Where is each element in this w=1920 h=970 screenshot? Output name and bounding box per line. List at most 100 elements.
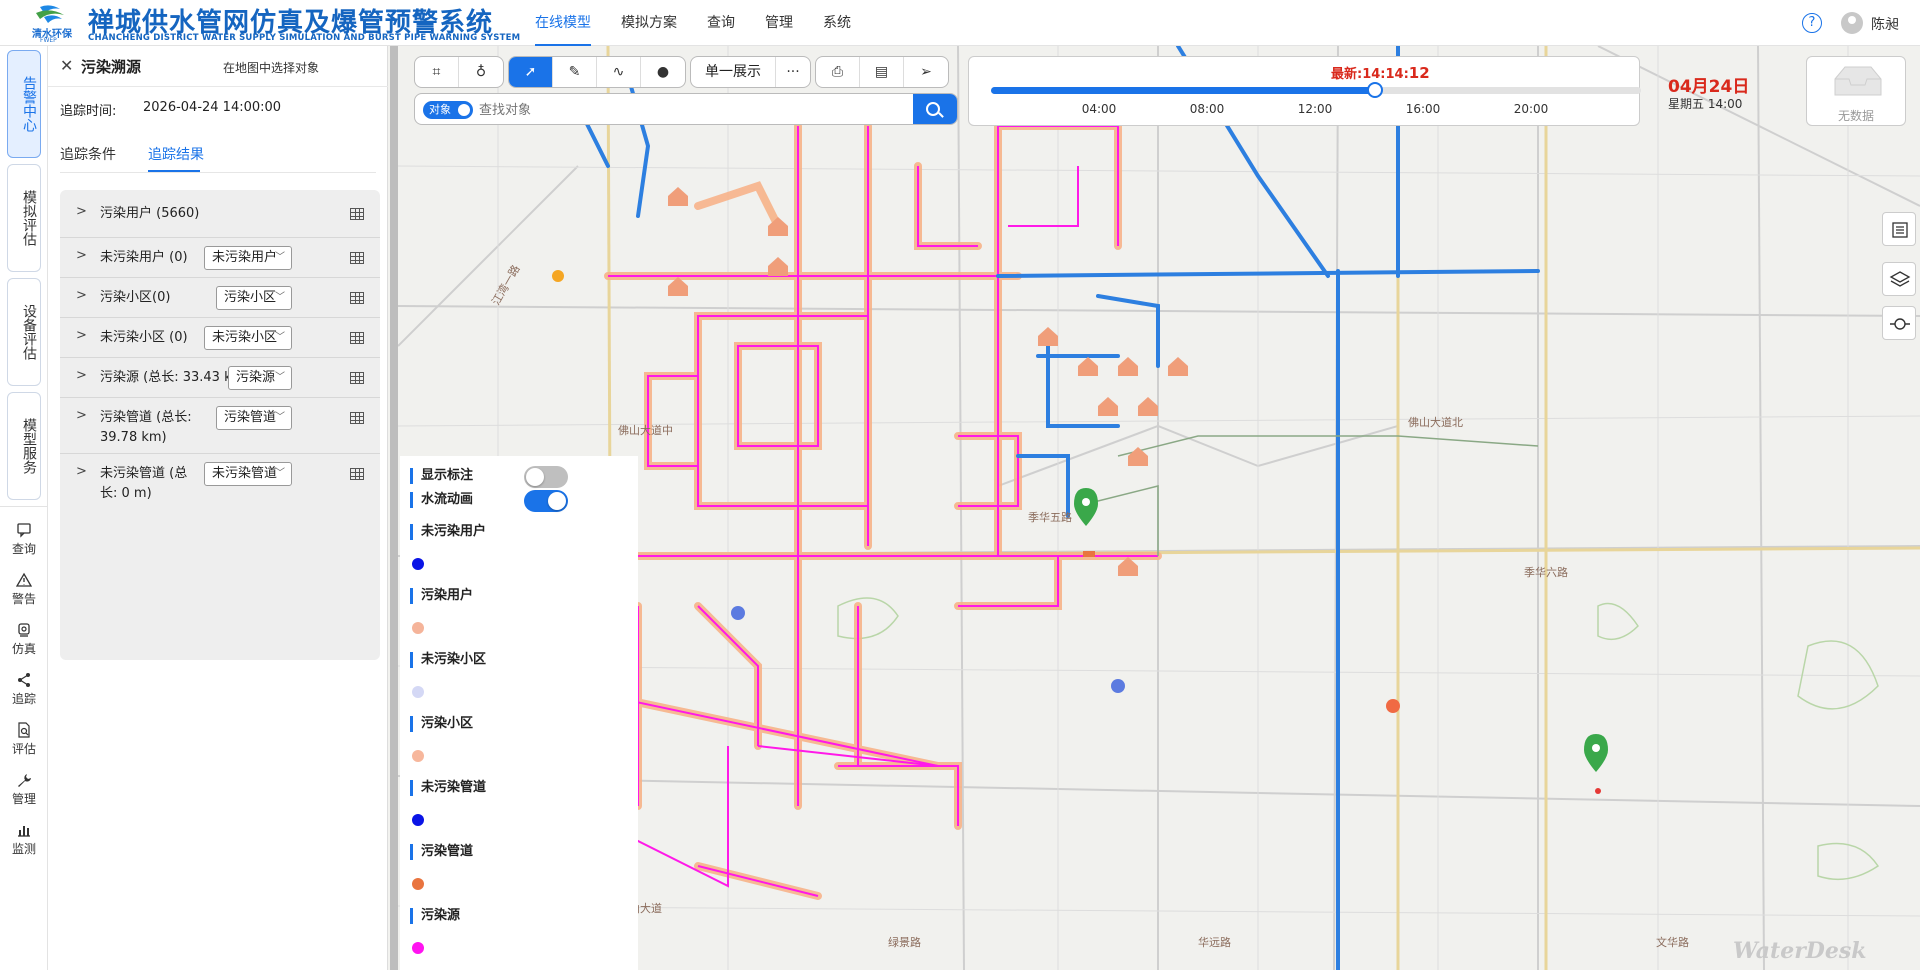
- search-scope-toggle[interactable]: 对象: [423, 101, 473, 119]
- chevron-right-icon[interactable]: >: [76, 464, 87, 479]
- chevron-right-icon[interactable]: >: [76, 368, 87, 383]
- legend-item-label: 污染管道: [410, 844, 473, 860]
- time-slider-handle[interactable]: [1366, 82, 1383, 98]
- road-label: 绿景路: [888, 935, 921, 949]
- table-icon[interactable]: [350, 468, 364, 480]
- result-row-polluted-pipes[interactable]: > 污染管道 (总长: 39.78 km) 污染管道 ﹀: [60, 398, 380, 454]
- export-icon[interactable]: ⎙: [816, 57, 860, 87]
- crop-icon[interactable]: ⌗: [415, 57, 459, 87]
- rail-button-simulate[interactable]: 仿真: [0, 622, 48, 657]
- select-value: 污染管道: [224, 410, 277, 425]
- search-icon[interactable]: [913, 94, 957, 124]
- toolbar-group-2: ➚ ✎ ∿ ●: [508, 56, 686, 88]
- panel-scrollbar[interactable]: [390, 46, 398, 970]
- line-chart-icon[interactable]: ∿: [597, 57, 641, 87]
- tab-trace-results[interactable]: 追踪结果: [148, 144, 204, 164]
- toolbar-group-3: 单一展示 ···: [690, 56, 811, 88]
- nav-manage[interactable]: 管理: [750, 0, 808, 46]
- current-date: 04月24日: [1668, 77, 1750, 97]
- result-row-clean-communities[interactable]: > 未污染小区 (0) 未污染小区 ﹀: [60, 318, 380, 358]
- single-show-button[interactable]: 单一展示: [691, 57, 776, 87]
- rail-button-label: 评估: [11, 742, 36, 756]
- layers-icon[interactable]: [1882, 262, 1916, 296]
- rail-button-query[interactable]: 查询: [0, 522, 48, 557]
- list-icon[interactable]: [1882, 212, 1916, 246]
- table-icon[interactable]: [350, 372, 364, 384]
- result-label: 未污染小区 (0): [100, 330, 188, 345]
- rail-button-label: 管理: [11, 792, 36, 806]
- nav-system[interactable]: 系统: [808, 0, 866, 46]
- chevron-right-icon[interactable]: >: [76, 408, 87, 423]
- table-icon[interactable]: [350, 208, 364, 220]
- rail-button-monitor[interactable]: 监测: [0, 822, 48, 857]
- rail-tab-device-eval[interactable]: 设备评估: [7, 278, 41, 386]
- time-tick: 04:00: [1081, 102, 1117, 116]
- table-icon[interactable]: [350, 252, 364, 264]
- list-icon-glyph: [1892, 222, 1908, 238]
- time-slider-track[interactable]: [991, 82, 1641, 98]
- rail-tab-alarm-center[interactable]: 告警中心: [7, 50, 41, 158]
- time-tick: 08:00: [1189, 102, 1225, 116]
- result-select[interactable]: 污染管道 ﹀: [216, 406, 292, 430]
- result-select[interactable]: 未污染小区 ﹀: [204, 326, 292, 350]
- target-icon[interactable]: [1882, 306, 1916, 340]
- search-input[interactable]: [479, 98, 859, 122]
- rail-button-evaluate[interactable]: 评估: [0, 722, 48, 757]
- legend-item-label: 未污染小区: [410, 652, 486, 668]
- help-icon[interactable]: ?: [1802, 13, 1822, 33]
- rail-tab-simulation-eval[interactable]: 模拟评估: [7, 164, 41, 272]
- trace-time-value: 2026-04-24 14:00:00: [143, 100, 282, 115]
- pointer-icon[interactable]: ➚: [509, 57, 553, 87]
- table-icon[interactable]: [350, 292, 364, 304]
- main-nav: 在线模型 模拟方案 查询 管理 系统: [520, 0, 866, 46]
- avatar[interactable]: [1841, 12, 1863, 34]
- table-icon[interactable]: [350, 412, 364, 424]
- rail-button-manage[interactable]: 管理: [0, 772, 48, 807]
- latest-time-seconds: 12: [1408, 64, 1430, 82]
- bulb-icon[interactable]: ♁: [459, 57, 503, 87]
- legend-swatch: [412, 942, 424, 954]
- nav-simulation-plan[interactable]: 模拟方案: [606, 0, 692, 46]
- show-labels-toggle[interactable]: [524, 466, 568, 488]
- close-icon[interactable]: ✕: [60, 56, 73, 75]
- result-label: 未污染用户 (0): [100, 250, 188, 265]
- result-label: 污染用户 (5660): [100, 206, 200, 221]
- tab-trace-conditions[interactable]: 追踪条件: [60, 144, 116, 164]
- select-value: 未污染用户: [212, 250, 278, 265]
- chevron-right-icon[interactable]: >: [76, 288, 87, 303]
- nodata-text: 无数据: [1837, 109, 1874, 123]
- report-icon[interactable]: ▤: [860, 57, 904, 87]
- username[interactable]: 陈昶: [1871, 14, 1899, 34]
- result-select[interactable]: 污染小区 ﹀: [216, 286, 292, 310]
- nav-online-model[interactable]: 在线模型: [520, 0, 606, 46]
- flow-animation-toggle[interactable]: [524, 490, 568, 512]
- select-value: 未污染小区: [212, 330, 278, 345]
- more-button[interactable]: ···: [776, 57, 810, 87]
- simulate-icon: [18, 623, 30, 637]
- panel-hint: 在地图中选择对象: [223, 61, 320, 75]
- map-toolbar: ⌗ ♁ ➚ ✎ ∿ ● 单一展示 ··· ⎙ ▤ ➢: [414, 56, 949, 88]
- send-icon[interactable]: ➢: [904, 57, 948, 87]
- rail-tab-model-service[interactable]: 模型服务: [7, 392, 41, 500]
- chevron-right-icon[interactable]: >: [76, 204, 87, 219]
- toolbar-group-1: ⌗ ♁: [414, 56, 504, 88]
- result-row-pollution-source[interactable]: > 污染源 (总长: 33.43 km) 污染源 ﹀: [60, 358, 380, 398]
- select-value: 污染源: [236, 370, 276, 385]
- location-pin-icon[interactable]: ●: [641, 57, 685, 87]
- legend-item-label: 污染源: [410, 908, 460, 924]
- result-select[interactable]: 未污染用户 ﹀: [204, 246, 292, 270]
- eraser-icon[interactable]: ✎: [553, 57, 597, 87]
- result-row-polluted-users[interactable]: > 污染用户 (5660): [60, 190, 380, 238]
- rail-button-trace[interactable]: 追踪: [0, 672, 48, 707]
- nav-query[interactable]: 查询: [692, 0, 750, 46]
- result-row-polluted-communities[interactable]: > 污染小区(0) 污染小区 ﹀: [60, 278, 380, 318]
- table-icon[interactable]: [350, 332, 364, 344]
- rail-button-warning[interactable]: 警告: [0, 572, 48, 607]
- result-row-clean-pipes[interactable]: > 未污染管道 (总长: 0 m) 未污染管道 ﹀: [60, 454, 380, 510]
- result-row-clean-users[interactable]: > 未污染用户 (0) 未污染用户 ﹀: [60, 238, 380, 278]
- chevron-right-icon[interactable]: >: [76, 248, 87, 263]
- chevron-right-icon[interactable]: >: [76, 328, 87, 343]
- message-icon: [17, 523, 31, 538]
- result-select[interactable]: 污染源 ﹀: [228, 366, 292, 390]
- result-select[interactable]: 未污染管道 ﹀: [204, 462, 292, 486]
